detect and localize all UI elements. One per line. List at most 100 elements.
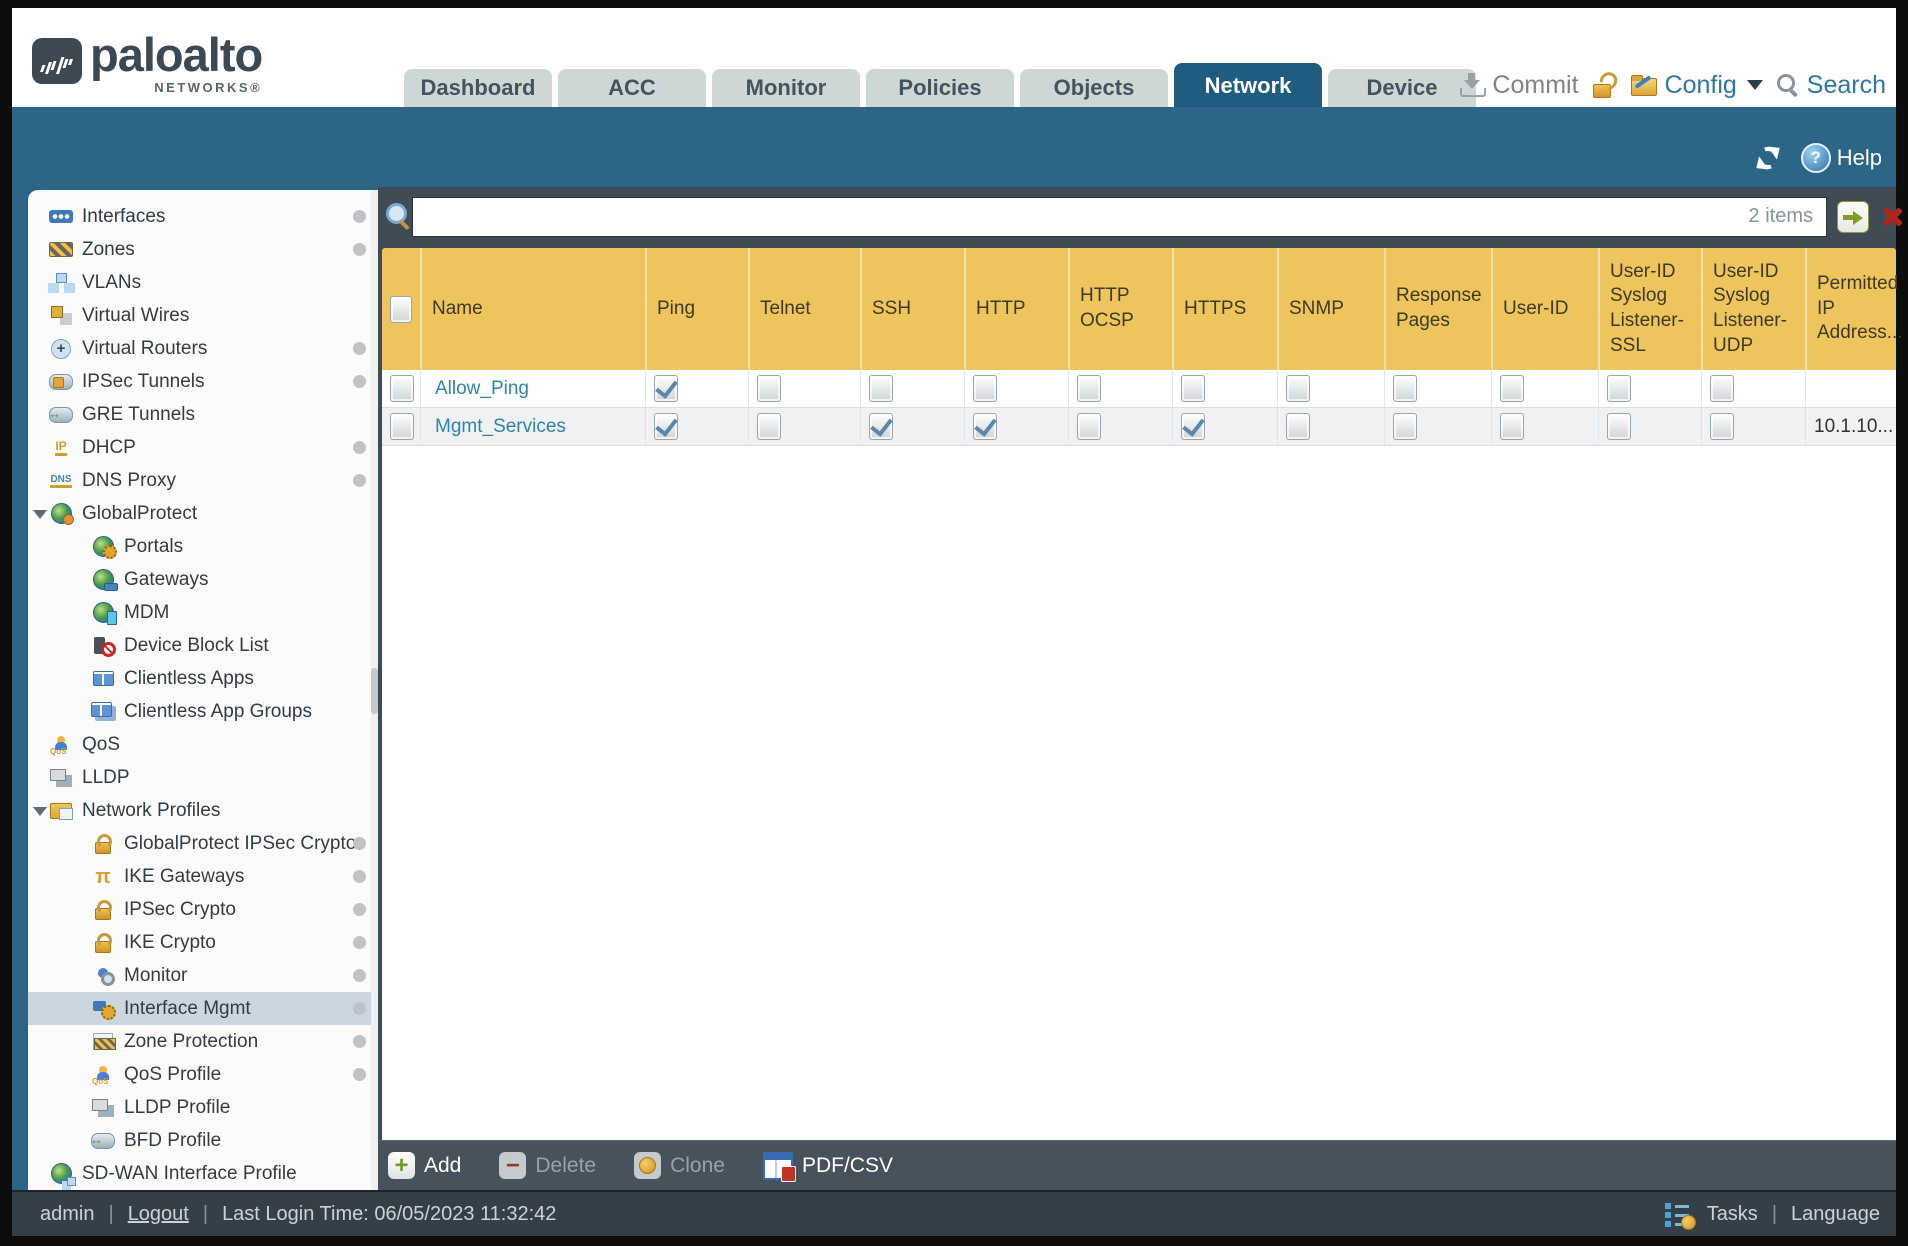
tasks-button[interactable]: Tasks [1707,1203,1758,1226]
sidebar-item-gre-tunnels[interactable]: GRE Tunnels [28,398,378,431]
sidebar-item-clientless-app-groups[interactable]: Clientless App Groups [28,695,378,728]
select-all-checkbox[interactable] [390,295,412,323]
sidebar-item-clientless-apps[interactable]: Clientless Apps [28,662,378,695]
refresh-icon[interactable] [1751,141,1785,175]
item-status-dot [353,1002,366,1015]
interfaces-icon [48,206,74,228]
sidebar-item-zone-protection[interactable]: Zone Protection [28,1025,378,1058]
column-header-snmp[interactable]: SNMP [1277,248,1384,370]
column-header-name[interactable]: Name [420,248,645,370]
sidebar-item-qos-profile[interactable]: QoS Profile [28,1058,378,1091]
sidebar-item-label: DNS Proxy [82,469,176,491]
sidebar-item-device-block-list[interactable]: Device Block List [28,629,378,662]
column-header-http[interactable]: HTTP [964,248,1068,370]
item-status-dot [353,375,366,388]
tab-acc[interactable]: ACC [558,69,706,107]
unlock-icon[interactable] [1592,68,1621,98]
sidebar-scrollbar[interactable] [371,190,378,1190]
help-label: Help [1836,145,1882,170]
column-header-https[interactable]: HTTPS [1172,248,1277,370]
item-status-dot [353,474,366,487]
clone-button[interactable]: Clone [634,1152,725,1179]
snmp-checkbox [1286,413,1310,440]
config-label: Config [1664,70,1737,99]
column-header-permitted-ip-address[interactable]: Permitted IP Address... [1805,248,1903,370]
pdf-csv-button[interactable]: PDF/CSV [762,1151,893,1182]
tree-expand-icon[interactable] [33,807,47,816]
help-button[interactable]: ? Help [1800,143,1882,173]
virtual-routers-icon [48,338,74,360]
sidebar-item-ike-crypto[interactable]: IKE Crypto [28,926,378,959]
column-header-ssh[interactable]: SSH [860,248,964,370]
sidebar-item-sd-wan-interface-profile[interactable]: SD-WAN Interface Profile [28,1157,378,1190]
permitted-ip-value: 10.1.10... [1814,415,1894,437]
tree-expand-icon[interactable] [33,510,47,519]
column-header-response-pages[interactable]: Response Pages [1384,248,1491,370]
tab-device[interactable]: Device [1328,69,1476,107]
sidebar-item-mdm[interactable]: MDM [28,596,378,629]
language-button[interactable]: Language [1791,1203,1880,1226]
tab-objects[interactable]: Objects [1020,69,1168,107]
sidebar-item-ike-gateways[interactable]: IKE Gateways [28,860,378,893]
sidebar-item-interfaces[interactable]: Interfaces [28,200,378,233]
row-select-checkbox[interactable] [390,413,414,440]
sidebar-item-lldp-profile[interactable]: LLDP Profile [28,1091,378,1124]
sidebar-item-ipsec-tunnels[interactable]: IPSec Tunnels [28,365,378,398]
tab-monitor[interactable]: Monitor [712,69,860,107]
sidebar-item-dns-proxy[interactable]: DNS Proxy [28,464,378,497]
sidebar-item-gateways[interactable]: Gateways [28,563,378,596]
config-menu[interactable]: Config [1630,70,1763,100]
sidebar-item-label: SD-WAN Interface Profile [82,1162,297,1184]
sidebar-item-portals[interactable]: Portals [28,530,378,563]
user-id-syslog-listener-udp-checkbox [1710,413,1734,440]
sidebar-item-qos[interactable]: QoS [28,728,378,761]
profile-name-link[interactable]: Allow_Ping [421,378,529,400]
sidebar-scrollbar-thumb[interactable] [371,668,378,714]
sidebar-item-monitor[interactable]: Monitor [28,959,378,992]
main-nav-tabs: Dashboard ACC Monitor Policies Objects Networ… [404,63,1476,107]
ike-gateways-icon [90,866,116,888]
column-header-telnet[interactable]: Telnet [748,248,860,370]
sidebar-item-virtual-routers[interactable]: Virtual Routers [28,332,378,365]
sidebar-item-globalprotect-ipsec-crypto[interactable]: GlobalProtect IPSec Crypto [28,827,378,860]
column-header-ping[interactable]: Ping [645,248,748,370]
profile-name-link[interactable]: Mgmt_Services [421,416,566,438]
https-cell [1172,408,1277,445]
apply-filter-button[interactable] [1837,201,1869,233]
filter-input[interactable] [412,197,1827,237]
tab-network[interactable]: Network [1174,63,1322,107]
sidebar-item-bfd-profile[interactable]: BFD Profile [28,1124,378,1157]
sidebar-item-dhcp[interactable]: DHCP [28,431,378,464]
sidebar-item-ipsec-crypto[interactable]: IPSec Crypto [28,893,378,926]
http-ocsp-cell [1068,408,1172,445]
logout-link[interactable]: Logout [128,1203,189,1226]
column-header-user-id-syslog-listener-udp[interactable]: User-ID Syslog Listener-UDP [1701,248,1805,370]
sidebar-item-network-profiles[interactable]: Network Profiles [28,794,378,827]
https-checkbox [1181,375,1205,402]
tab-dashboard[interactable]: Dashboard [404,69,552,107]
http-checkbox [973,412,997,440]
ping-checkbox [654,412,678,440]
add-icon: + [388,1152,415,1179]
globalprotect-ipsec-crypto-icon [90,833,116,855]
column-header-http-ocsp[interactable]: HTTP OCSP [1068,248,1172,370]
column-header-user-id-syslog-listener-ssl[interactable]: User-ID Syslog Listener-SSL [1598,248,1701,370]
clear-filter-button[interactable] [1878,203,1906,231]
column-header-user-id[interactable]: User-ID [1491,248,1598,370]
sidebar-item-interface-mgmt[interactable]: Interface Mgmt [28,992,378,1025]
sidebar-item-vlans[interactable]: VLANs [28,266,378,299]
global-search-button[interactable]: Search [1776,71,1886,100]
commit-button[interactable]: Commit [1460,71,1579,100]
sidebar-item-globalprotect[interactable]: GlobalProtect [28,497,378,530]
sidebar-item-lldp[interactable]: LLDP [28,761,378,794]
sidebar-item-label: Network Profiles [82,799,221,821]
add-button[interactable]: + Add [388,1152,461,1179]
http-ocsp-checkbox [1077,413,1101,440]
sidebar-item-zones[interactable]: Zones [28,233,378,266]
user-id-syslog-listener-ssl-cell [1598,408,1701,445]
tab-policies[interactable]: Policies [866,69,1014,107]
sidebar-item-virtual-wires[interactable]: Virtual Wires [28,299,378,332]
row-select-checkbox[interactable] [390,375,414,402]
delete-button[interactable]: − Delete [499,1152,596,1179]
snmp-cell [1277,408,1384,445]
